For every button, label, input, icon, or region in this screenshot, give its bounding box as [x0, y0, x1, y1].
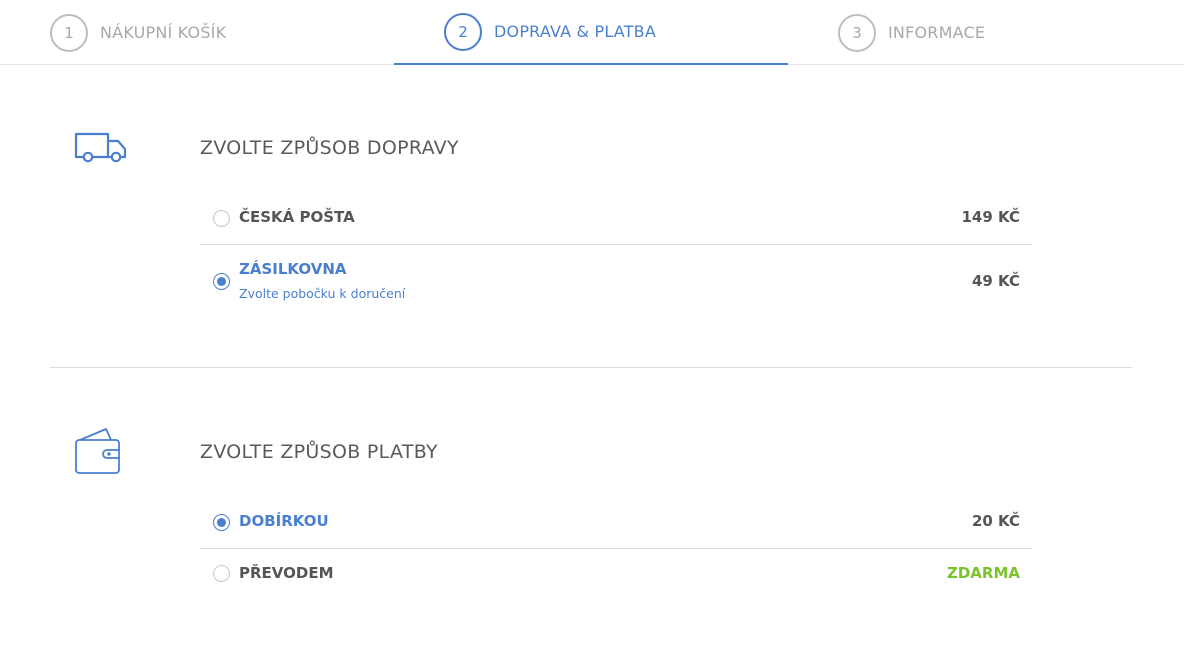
- step-number: 2: [444, 12, 482, 51]
- step-number: 1: [50, 13, 88, 52]
- shipping-title: ZVOLTE ZPŮSOB DOPRAVY: [200, 137, 459, 159]
- section-divider: [50, 367, 1132, 368]
- checkout-steps: 1 NÁKUPNÍ KOŠÍK 2 DOPRAVA & PLATBA 3 INF…: [0, 0, 1184, 65]
- option-price: 49 KČ: [971, 272, 1020, 290]
- radio-button-selected[interactable]: [213, 273, 230, 290]
- step-number: 3: [838, 13, 876, 52]
- radio-button-selected[interactable]: [213, 514, 230, 531]
- wallet-icon: [74, 428, 122, 480]
- option-price: 149 KČ: [961, 208, 1021, 226]
- radio-button[interactable]: [213, 565, 230, 582]
- payment-option-prevodem[interactable]: PŘEVODEM ZDARMA: [200, 549, 1032, 599]
- shipping-option-zasilkovna[interactable]: ZÁSILKOVNA Zvolte pobočku k doručení 49 …: [200, 245, 1032, 317]
- payment-title: ZVOLTE ZPŮSOB PLATBY: [200, 441, 438, 463]
- step-label: INFORMACE: [888, 23, 986, 42]
- option-name: PŘEVODEM: [239, 564, 334, 582]
- shipping-option-ceska-posta[interactable]: ČESKÁ POŠTA 149 KČ: [200, 193, 1032, 245]
- option-name: ZÁSILKOVNA: [239, 260, 347, 278]
- step-shipping-payment[interactable]: 2 DOPRAVA & PLATBA: [394, 0, 788, 65]
- payment-option-dobirkou[interactable]: DOBÍRKOU 20 KČ: [200, 497, 1032, 549]
- radio-button[interactable]: [213, 210, 230, 227]
- step-information[interactable]: 3 INFORMACE: [788, 0, 1182, 65]
- step-cart[interactable]: 1 NÁKUPNÍ KOŠÍK: [0, 0, 394, 65]
- option-name: DOBÍRKOU: [239, 512, 329, 530]
- truck-icon: [74, 132, 128, 168]
- option-price: 20 KČ: [971, 512, 1020, 530]
- choose-branch-link[interactable]: Zvolte pobočku k doručení: [239, 286, 405, 301]
- option-price-free: ZDARMA: [946, 564, 1020, 582]
- step-label: NÁKUPNÍ KOŠÍK: [100, 23, 227, 42]
- option-name: ČESKÁ POŠTA: [239, 208, 355, 226]
- step-label: DOPRAVA & PLATBA: [494, 22, 656, 41]
